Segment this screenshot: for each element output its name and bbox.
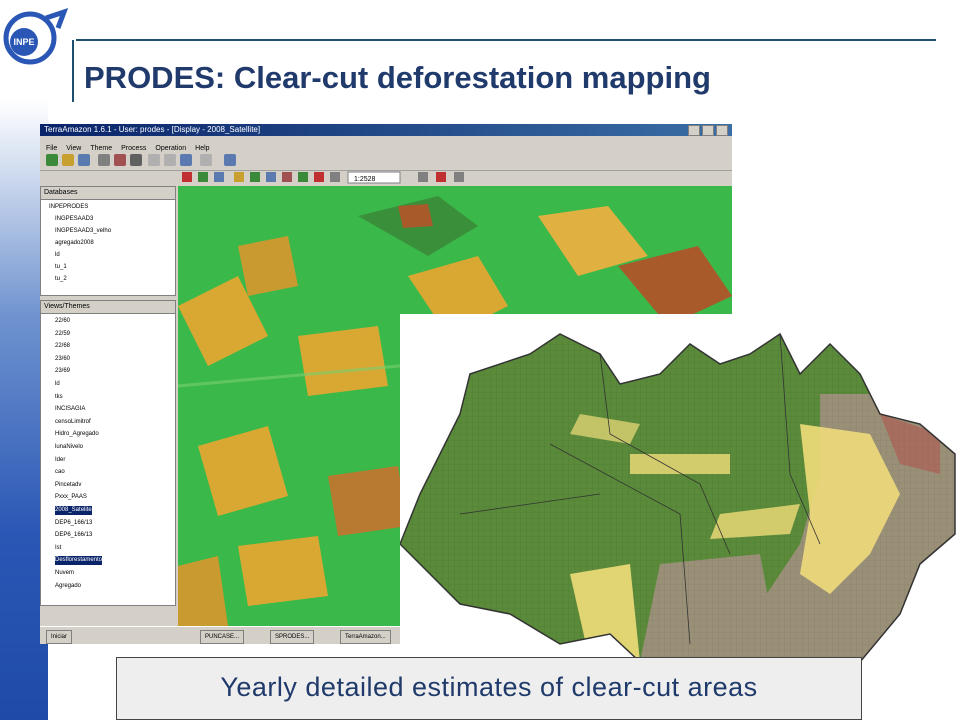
view-tree-item[interactable]: tks — [55, 393, 63, 402]
tree-item[interactable]: tu_1 — [55, 263, 67, 272]
maximize-button[interactable] — [702, 125, 714, 136]
view-tree-item[interactable]: 2008_Satelite — [55, 506, 92, 515]
view-tree-item[interactable]: 23/60 — [55, 355, 70, 364]
view-tree-item[interactable]: cao — [55, 468, 65, 477]
tree-item[interactable]: INGPESAAD3 — [55, 215, 93, 224]
databases-panel-header: Databases — [41, 187, 175, 200]
start-button[interactable]: Iniciar — [46, 630, 73, 644]
delete-icon[interactable] — [282, 172, 292, 182]
draw-icon[interactable] — [114, 154, 126, 166]
view-tree-item[interactable]: ld — [55, 380, 60, 389]
layer-icon[interactable] — [148, 154, 160, 166]
view-tree-item[interactable]: Ider — [55, 456, 65, 465]
zoom-in-icon[interactable] — [198, 172, 208, 182]
view-tree-item[interactable]: 22/60 — [55, 317, 70, 326]
views-panel-header: Views/Themes — [41, 301, 175, 314]
grid-icon[interactable] — [180, 154, 192, 166]
view-tree-item[interactable]: DEP6_166/13 — [55, 519, 92, 528]
view-tree-item[interactable]: Ist — [55, 544, 61, 553]
amazon-map-graphic — [400, 314, 960, 662]
folder-icon[interactable] — [62, 154, 74, 166]
main-toolbar — [40, 150, 732, 171]
app-titlebar: TerraAmazon 1.6.1 - User: prodes - [Disp… — [40, 124, 732, 136]
view-tree-item[interactable]: Desflorestamento — [55, 556, 103, 566]
arrow-icon[interactable] — [314, 172, 324, 182]
logo-text: INPE — [13, 37, 34, 47]
database-icon[interactable] — [46, 154, 58, 166]
title-rule-vertical — [72, 40, 74, 102]
layer2-icon[interactable] — [164, 154, 176, 166]
pan-icon[interactable] — [182, 172, 192, 182]
amazon-deforestation-map — [400, 314, 960, 662]
pointer-icon[interactable] — [98, 154, 110, 166]
tree-item[interactable]: ld — [55, 251, 60, 260]
view-tree-item[interactable]: Pxxx_PAAS — [55, 493, 87, 502]
table-icon[interactable] — [200, 154, 212, 166]
taskbar-item[interactable]: TerraAmazon... — [340, 630, 391, 644]
tree-item[interactable]: tu_2 — [55, 275, 67, 284]
zoom-out-icon[interactable] — [214, 172, 224, 182]
edit-icon[interactable] — [234, 172, 244, 182]
view-tree-item[interactable]: INCISAGIA — [55, 405, 85, 414]
pen-icon[interactable] — [454, 172, 464, 182]
view-tree-item[interactable]: 22/59 — [55, 330, 70, 339]
tree-item[interactable]: agregado2008 — [55, 239, 94, 248]
select-icon[interactable] — [298, 172, 308, 182]
view-tree-item[interactable]: DEP6_166/13 — [55, 531, 92, 540]
polygon-icon[interactable] — [250, 172, 260, 182]
tree-item[interactable]: INGPESAAD3_velho — [55, 227, 111, 236]
scale-value: 1:2528 — [354, 176, 376, 183]
info-icon[interactable] — [224, 154, 236, 166]
title-rule — [76, 39, 936, 41]
minimize-button[interactable] — [688, 125, 700, 136]
app-window-title: TerraAmazon 1.6.1 - User: prodes - [Disp… — [44, 125, 261, 134]
line-icon[interactable] — [266, 172, 276, 182]
tree-item[interactable]: INPEPRODES — [49, 203, 88, 212]
view-tree-item[interactable]: Pincetadv — [55, 481, 81, 490]
window-controls — [688, 125, 728, 136]
view-tree-item[interactable]: Agregado — [55, 582, 81, 591]
slide-title: PRODES: Clear-cut deforestation mapping — [84, 60, 711, 95]
view-tree-item[interactable]: 23/69 — [55, 367, 70, 376]
slide-caption-box: Yearly detailed estimates of clear-cut a… — [116, 657, 862, 720]
inpe-logo: INPE — [3, 7, 69, 65]
refresh-icon[interactable] — [418, 172, 428, 182]
views-panel: Views/Themes 22/60 22/59 22/68 23/60 23/69 ld… — [40, 300, 176, 606]
view-toolbar: 1:2528 — [178, 170, 732, 186]
taskbar-item[interactable]: SPRODES... — [270, 630, 315, 644]
view-tree-item[interactable]: Nuvem — [55, 569, 74, 578]
taskbar-item[interactable]: PUNCASE... — [200, 630, 245, 644]
view-tree-item[interactable]: lunaNivelo — [55, 443, 83, 452]
view-tree-item[interactable]: 22/68 — [55, 342, 70, 351]
databases-panel: Databases INPEPRODES INGPESAAD3 INGPESAA… — [40, 186, 176, 296]
zoom-icon[interactable] — [78, 154, 90, 166]
close-button[interactable] — [716, 125, 728, 136]
measure-icon[interactable] — [330, 172, 340, 182]
slide-caption: Yearly detailed estimates of clear-cut a… — [220, 672, 758, 702]
target-icon[interactable] — [436, 172, 446, 182]
app-menubar: File View Theme Process Operation Help — [40, 137, 732, 152]
camera-icon[interactable] — [130, 154, 142, 166]
view-tree-item[interactable]: censoLimitrof — [55, 418, 91, 427]
view-toolbar-icons: 1:2528 — [182, 171, 464, 184]
view-tree-item[interactable]: Hidro_Agregado — [55, 430, 99, 439]
